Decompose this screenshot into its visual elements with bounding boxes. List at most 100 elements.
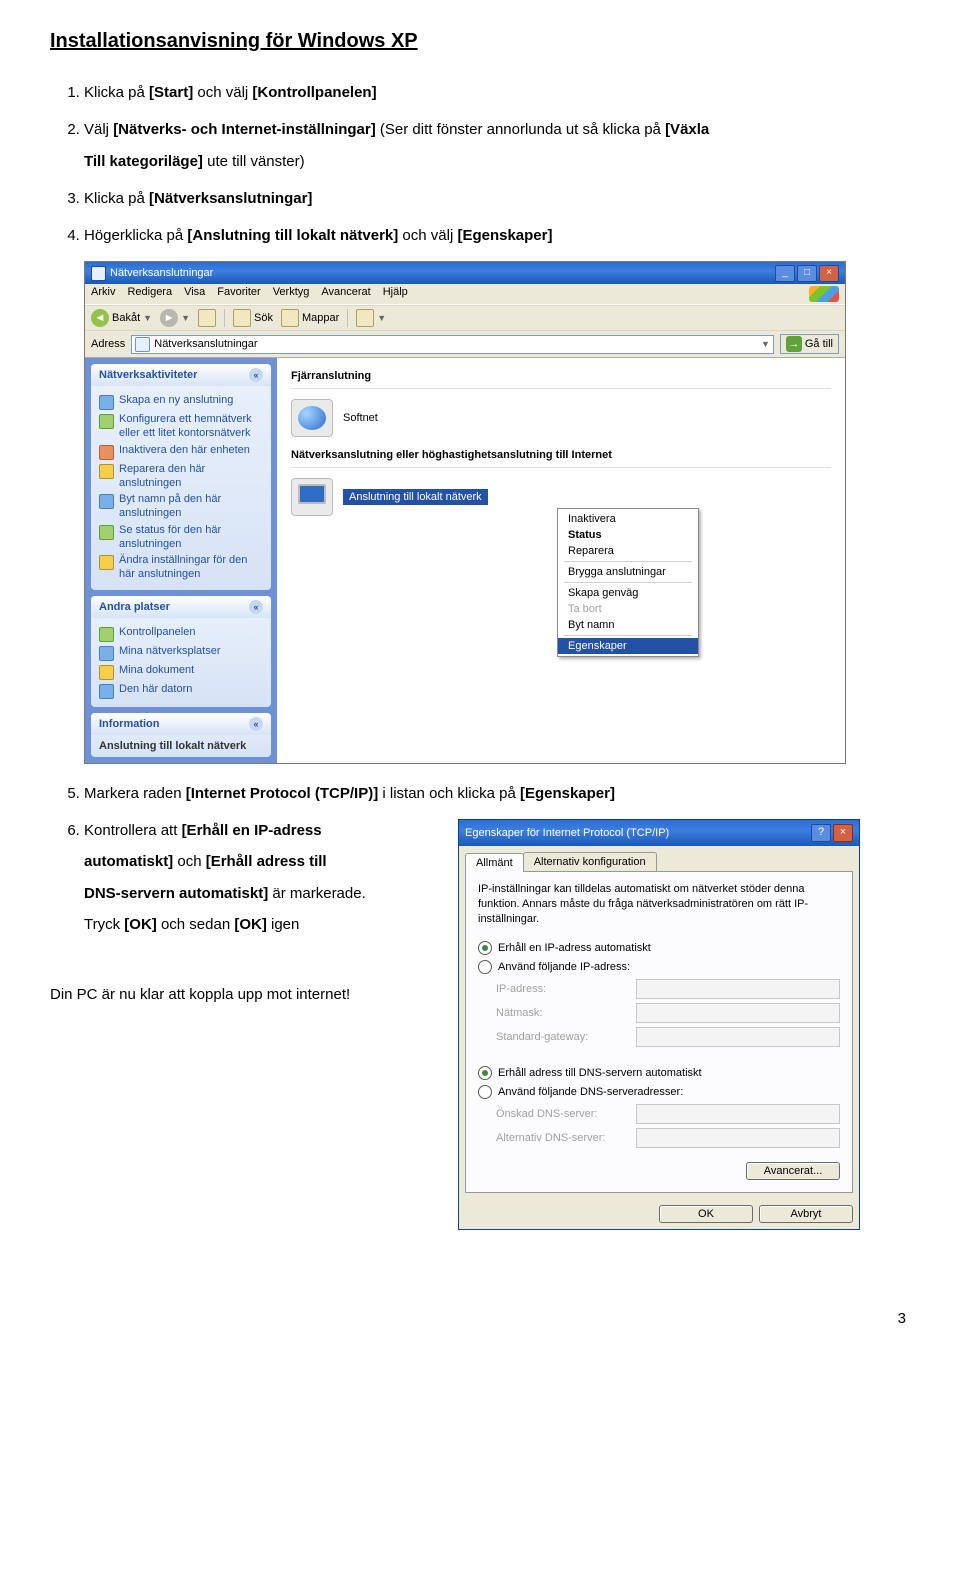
- maximize-button[interactable]: □: [797, 265, 817, 282]
- up-button[interactable]: [198, 309, 216, 327]
- section-fjarranslutning: Fjärranslutning: [291, 370, 831, 382]
- field-gateway: Standard-gateway:: [496, 1027, 840, 1047]
- collapse-icon[interactable]: «: [249, 368, 263, 382]
- lan-connection-icon: [291, 478, 333, 516]
- menu-visa[interactable]: Visa: [184, 286, 205, 302]
- settings-icon: [99, 555, 114, 570]
- task-change-settings[interactable]: Ändra inställningar för den här anslutni…: [99, 554, 263, 582]
- address-field[interactable]: Nätverksanslutningar ▼: [131, 335, 774, 354]
- place-my-computer[interactable]: Den här datorn: [99, 683, 263, 699]
- collapse-icon[interactable]: «: [249, 600, 263, 614]
- menu-avancerat[interactable]: Avancerat: [321, 286, 370, 302]
- computer-icon: [99, 684, 114, 699]
- documents-icon: [99, 665, 114, 680]
- ctx-byt-namn[interactable]: Byt namn: [558, 617, 698, 633]
- network-icon: [91, 266, 106, 281]
- windows-logo-icon: [809, 286, 839, 302]
- menu-arkiv[interactable]: Arkiv: [91, 286, 115, 302]
- task-disable-device[interactable]: Inaktivera den här enheten: [99, 444, 263, 460]
- disable-icon: [99, 445, 114, 460]
- task-create-connection[interactable]: Skapa en ny anslutning: [99, 394, 263, 410]
- tab-alternativ[interactable]: Alternativ konfiguration: [523, 852, 657, 871]
- dialup-icon: [291, 399, 333, 437]
- dialog-tabs: Allmänt Alternativ konfiguration: [459, 846, 859, 871]
- search-button[interactable]: Sök: [233, 309, 273, 327]
- radio-on-icon: [478, 941, 492, 955]
- task-pane: Nätverksaktiviteter« Skapa en ny anslutn…: [85, 358, 277, 763]
- close-button[interactable]: ×: [819, 265, 839, 282]
- selected-connection-label: Anslutning till lokalt nätverk: [343, 489, 488, 505]
- ctx-brygga[interactable]: Brygga anslutningar: [558, 564, 698, 580]
- place-control-panel[interactable]: Kontrollpanelen: [99, 626, 263, 642]
- ctx-egenskaper[interactable]: Egenskaper: [558, 638, 698, 654]
- step-5: Markera raden [Internet Protocol (TCP/IP…: [84, 782, 910, 805]
- field-ip: IP-adress:: [496, 979, 840, 999]
- place-network-places[interactable]: Mina nätverksplatser: [99, 645, 263, 661]
- task-status[interactable]: Se status för den här anslutningen: [99, 524, 263, 552]
- folders-button[interactable]: Mappar: [281, 309, 339, 327]
- views-button[interactable]: ▼: [356, 309, 386, 327]
- folder-up-icon: [198, 309, 216, 327]
- section-lan: Nätverksanslutning eller höghastighetsan…: [291, 449, 831, 461]
- ctx-skapa-genvag[interactable]: Skapa genväg: [558, 585, 698, 601]
- panel-natverksaktiviteter: Nätverksaktiviteter« Skapa en ny anslutn…: [91, 364, 271, 590]
- ctx-inaktivera[interactable]: Inaktivera: [558, 511, 698, 527]
- menu-verktyg[interactable]: Verktyg: [273, 286, 310, 302]
- radio-manual-dns[interactable]: Använd följande DNS-serveradresser:: [478, 1085, 840, 1099]
- ctx-ta-bort[interactable]: Ta bort: [558, 601, 698, 617]
- task-rename[interactable]: Byt namn på den här anslutningen: [99, 493, 263, 521]
- dns2-input: [636, 1128, 840, 1148]
- place-my-documents[interactable]: Mina dokument: [99, 664, 263, 680]
- radio-auto-ip[interactable]: Erhåll en IP-adress automatiskt: [478, 941, 840, 955]
- task-configure-network[interactable]: Konfigurera ett hemnätverk eller ett lit…: [99, 413, 263, 441]
- menu-favoriter[interactable]: Favoriter: [217, 286, 260, 302]
- tab-allmant[interactable]: Allmänt: [465, 853, 524, 872]
- rename-icon: [99, 494, 114, 509]
- back-button[interactable]: ◄Bakåt ▼: [91, 309, 152, 327]
- gateway-input: [636, 1027, 840, 1047]
- radio-off-icon: [478, 960, 492, 974]
- address-bar: Adress Nätverksanslutningar ▼ →Gå till: [85, 331, 845, 358]
- go-button[interactable]: →Gå till: [780, 334, 839, 354]
- step-4: Högerklicka på [Anslutning till lokalt n…: [84, 224, 910, 247]
- item-softnet[interactable]: Softnet: [291, 399, 831, 437]
- wizard-icon: [99, 395, 114, 410]
- help-button[interactable]: ?: [811, 824, 831, 842]
- network-setup-icon: [99, 414, 114, 429]
- page-title: Installationsanvisning för Windows XP: [50, 30, 910, 53]
- radio-manual-ip[interactable]: Använd följande IP-adress:: [478, 960, 840, 974]
- dialog-footer: OK Avbryt: [459, 1199, 859, 1229]
- context-menu: Inaktivera Status Reparera Brygga anslut…: [557, 508, 699, 657]
- advanced-button[interactable]: Avancerat...: [746, 1162, 840, 1180]
- close-button[interactable]: ×: [833, 824, 853, 842]
- minimize-button[interactable]: _: [775, 265, 795, 282]
- ip-input: [636, 979, 840, 999]
- cancel-button[interactable]: Avbryt: [759, 1205, 853, 1223]
- field-dns1: Önskad DNS-server:: [496, 1104, 840, 1124]
- dialog-title: Egenskaper för Internet Protocol (TCP/IP…: [465, 827, 669, 839]
- field-dns2: Alternativ DNS-server:: [496, 1128, 840, 1148]
- ctx-reparera[interactable]: Reparera: [558, 543, 698, 559]
- network-places-icon: [99, 646, 114, 661]
- status-icon: [99, 525, 114, 540]
- radio-auto-dns[interactable]: Erhåll adress till DNS-servern automatis…: [478, 1066, 840, 1080]
- final-line: Din PC är nu klar att koppla upp mot int…: [50, 986, 436, 1003]
- views-icon: [356, 309, 374, 327]
- dialog-description: IP-inställningar kan tilldelas automatis…: [478, 882, 840, 927]
- network-icon: [135, 337, 150, 352]
- task-repair[interactable]: Reparera den här anslutningen: [99, 463, 263, 491]
- ok-button[interactable]: OK: [659, 1205, 753, 1223]
- radio-on-icon: [478, 1066, 492, 1080]
- collapse-icon[interactable]: «: [249, 717, 263, 731]
- mask-input: [636, 1003, 840, 1023]
- forward-button[interactable]: ►▼: [160, 309, 190, 327]
- xp-titlebar: Nätverksanslutningar _ □ ×: [85, 262, 845, 284]
- window-title: Nätverksanslutningar: [110, 267, 213, 279]
- page-number: 3: [50, 1310, 910, 1327]
- chevron-down-icon[interactable]: ▼: [761, 339, 770, 349]
- radio-off-icon: [478, 1085, 492, 1099]
- ctx-status[interactable]: Status: [558, 527, 698, 543]
- menu-redigera[interactable]: Redigera: [127, 286, 172, 302]
- menu-hjalp[interactable]: Hjälp: [383, 286, 408, 302]
- step-2: Välj [Nätverks- och Internet-inställning…: [84, 118, 910, 173]
